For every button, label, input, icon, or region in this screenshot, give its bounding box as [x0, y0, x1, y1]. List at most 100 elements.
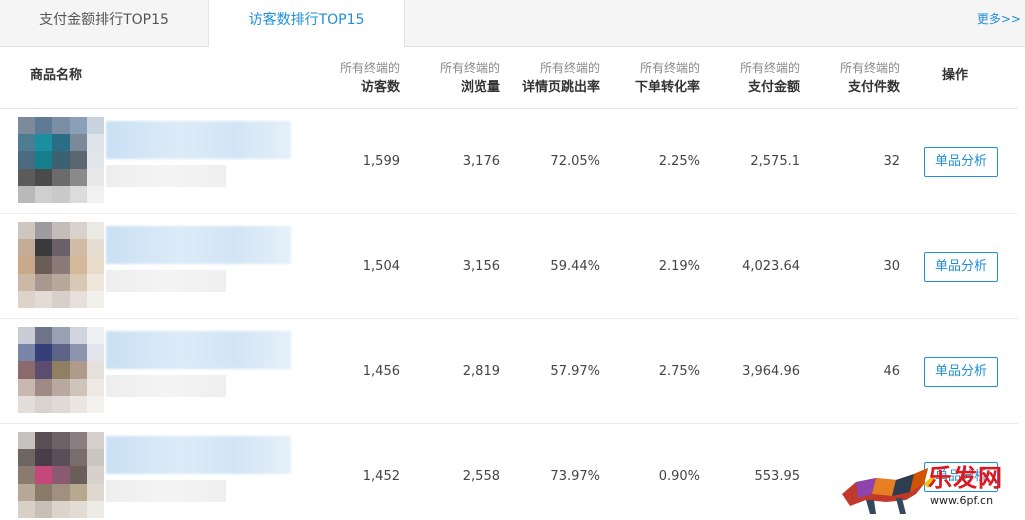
thumbnail-pixel: [52, 222, 70, 240]
thumbnail-pixel: [52, 273, 70, 291]
thumbnail-pixel: [69, 185, 87, 203]
thumbnail-pixel: [69, 134, 87, 152]
cell-payment-count: 32: [883, 154, 900, 169]
thumbnail-pixel: [35, 395, 53, 413]
thumbnail-pixel: [52, 466, 70, 484]
thumbnail-pixel: [18, 378, 36, 396]
header-conversion-sub: 所有终端的: [639, 61, 700, 75]
thumbnail-pixel: [18, 256, 36, 274]
cell-visitors: 1,452: [362, 469, 400, 484]
header-pageviews: 所有终端的 浏览量: [420, 58, 500, 98]
header-pageviews-sub: 所有终端的: [439, 61, 500, 75]
thumbnail-pixel: [69, 500, 87, 518]
cell-payment-amount: 4,023.64: [742, 259, 800, 274]
header-visitors-sub: 所有终端的: [339, 61, 400, 75]
thumbnail-pixel: [18, 432, 36, 450]
thumbnail-pixel: [52, 134, 70, 152]
header-count-main: 支付件数: [847, 80, 900, 95]
thumbnail-pixel: [86, 290, 104, 308]
thumbnail-pixel: [35, 185, 53, 203]
cell-visitors: 1,599: [362, 154, 400, 169]
product-thumbnail[interactable]: [18, 117, 104, 203]
thumbnail-pixel: [35, 151, 53, 169]
thumbnail-pixel: [69, 483, 87, 501]
thumbnail-pixel: [69, 168, 87, 186]
thumbnail-pixel: [69, 361, 87, 379]
product-subtitle-blurred: [106, 480, 226, 502]
cell-payment-amount: 553.95: [754, 469, 801, 484]
thumbnail-pixel: [69, 222, 87, 240]
header-visitors: 所有终端的 访客数: [320, 58, 400, 98]
thumbnail-pixel: [52, 239, 70, 257]
header-product-name: 商品名称: [30, 68, 83, 83]
thumbnail-pixel: [18, 344, 36, 362]
cell-conversion-rate: 2.75%: [658, 364, 700, 379]
thumbnail-pixel: [35, 449, 53, 467]
header-pageviews-main: 浏览量: [460, 80, 500, 95]
table-row: 1,504 3,156 59.44% 2.19% 4,023.64 30 单品分…: [0, 214, 1018, 319]
thumbnail-pixel: [35, 273, 53, 291]
thumbnail-pixel: [35, 432, 53, 450]
cell-conversion-rate: 2.19%: [658, 259, 700, 274]
product-thumbnail[interactable]: [18, 222, 104, 308]
thumbnail-pixel: [18, 185, 36, 203]
thumbnail-pixel: [86, 449, 104, 467]
product-title-blurred[interactable]: [106, 226, 291, 264]
product-thumbnail[interactable]: [18, 432, 104, 518]
thumbnail-pixel: [35, 344, 53, 362]
thumbnail-pixel: [86, 500, 104, 518]
thumbnail-pixel: [86, 273, 104, 291]
thumbnail-pixel: [35, 361, 53, 379]
thumbnail-pixel: [69, 395, 87, 413]
product-analysis-button[interactable]: 单品分析: [924, 357, 998, 387]
thumbnail-pixel: [86, 361, 104, 379]
cell-bounce-rate: 59.44%: [550, 259, 600, 274]
cell-bounce-rate: 73.97%: [550, 469, 600, 484]
header-bounce-main: 详情页跳出率: [521, 80, 600, 95]
product-title-blurred[interactable]: [106, 436, 291, 474]
thumbnail-pixel: [52, 344, 70, 362]
thumbnail-pixel: [18, 222, 36, 240]
product-analysis-button[interactable]: 单品分析: [924, 147, 998, 177]
thumbnail-pixel: [18, 239, 36, 257]
thumbnail-pixel: [69, 344, 87, 362]
table-row: 1,456 2,819 57.97% 2.75% 3,964.96 46 单品分…: [0, 319, 1018, 424]
tab-payment-top15[interactable]: 支付金额排行TOP15: [0, 0, 208, 46]
thumbnail-pixel: [69, 239, 87, 257]
thumbnail-pixel: [35, 483, 53, 501]
thumbnail-pixel: [86, 395, 104, 413]
thumbnail-pixel: [35, 327, 53, 345]
tab-visitors-top15[interactable]: 访客数排行TOP15: [208, 0, 405, 47]
thumbnail-pixel: [18, 449, 36, 467]
product-analysis-button[interactable]: 单品分析: [924, 252, 998, 282]
thumbnail-pixel: [86, 185, 104, 203]
thumbnail-pixel: [35, 378, 53, 396]
product-title-blurred[interactable]: [106, 331, 291, 369]
more-link[interactable]: 更多>>: [977, 10, 1021, 27]
thumbnail-pixel: [86, 432, 104, 450]
thumbnail-pixel: [86, 483, 104, 501]
header-operation: 操作: [942, 68, 969, 83]
header-visitors-main: 访客数: [360, 80, 400, 95]
thumbnail-pixel: [35, 290, 53, 308]
thumbnail-pixel: [35, 168, 53, 186]
thumbnail-pixel: [52, 378, 70, 396]
thumbnail-pixel: [52, 185, 70, 203]
cell-pageviews: 3,156: [462, 259, 500, 274]
thumbnail-pixel: [35, 500, 53, 518]
product-thumbnail[interactable]: [18, 327, 104, 413]
header-payment-count: 所有终端的 支付件数: [800, 58, 900, 98]
thumbnail-pixel: [52, 395, 70, 413]
cell-visitors: 1,504: [362, 259, 400, 274]
thumbnail-pixel: [69, 378, 87, 396]
watermark-logo-text: 乐发网: [928, 463, 1003, 492]
thumbnail-pixel: [18, 327, 36, 345]
thumbnail-pixel: [69, 466, 87, 484]
thumbnail-pixel: [86, 117, 104, 135]
product-title-blurred[interactable]: [106, 121, 291, 159]
thumbnail-pixel: [18, 168, 36, 186]
thumbnail-pixel: [86, 327, 104, 345]
thumbnail-pixel: [86, 239, 104, 257]
thumbnail-pixel: [18, 273, 36, 291]
thumbnail-pixel: [86, 134, 104, 152]
